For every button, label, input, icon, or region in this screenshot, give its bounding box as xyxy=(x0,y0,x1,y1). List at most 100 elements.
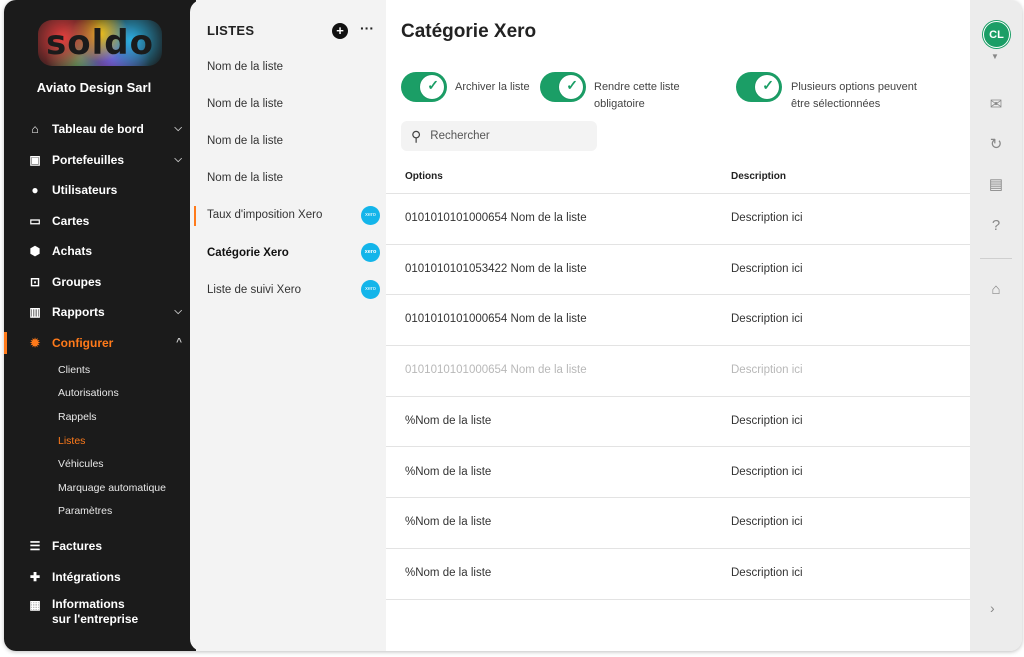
add-list-button[interactable]: + xyxy=(332,23,348,39)
option-cell: 0101010101053422 Nom de la liste xyxy=(405,262,587,275)
table-row[interactable]: 0101010101053422 Nom de la liste Descript… xyxy=(386,245,970,296)
description-cell: Description ici xyxy=(731,212,803,224)
chevron-right-icon[interactable]: › xyxy=(990,600,995,616)
user-icon: ● xyxy=(31,183,39,198)
nav-cartes[interactable]: ▭ Cartes xyxy=(4,206,196,237)
list-item[interactable]: Nom de la liste xyxy=(190,85,390,122)
nav-groupes[interactable]: ⊡ Groupes xyxy=(4,267,196,298)
option-cell: %Nom de la liste xyxy=(405,516,492,529)
building-icon: ▦ xyxy=(29,597,41,612)
list-item-categorie-xero[interactable]: Catégorie Xero xero xyxy=(190,234,390,271)
list-item-taux-imposition-xero[interactable]: Taux d'imposition Xero xero xyxy=(190,197,390,234)
subnav-marquage-automatique[interactable]: Marquage automatique xyxy=(4,476,196,500)
xero-badge-icon: xero xyxy=(361,242,380,262)
nav-label-line1: Informations xyxy=(52,597,125,612)
caret-down-icon[interactable]: ▼ xyxy=(991,52,999,61)
subnav-rappels[interactable]: Rappels xyxy=(4,405,196,429)
search-input[interactable]: ⚲ Rechercher xyxy=(401,121,597,151)
nav-label: Utilisateurs xyxy=(52,183,118,198)
soldo-logo[interactable]: soldo xyxy=(38,20,162,66)
sidebar: soldo Aviato Design Sarl ⌂ Tableau de bor… xyxy=(4,0,196,651)
wallet-icon: ▣ xyxy=(29,152,41,167)
nav-rapports[interactable]: ▥ Rapports ⌵ xyxy=(4,297,196,328)
list-items: Nom de la liste Nom de la liste Nom de l… xyxy=(190,48,390,308)
nav-integrations[interactable]: ✚ Intégrations xyxy=(4,562,196,593)
subnav-vehicules[interactable]: Véhicules xyxy=(4,452,196,476)
main-nav: ⌂ Tableau de bord ⌵ ▣ Portefeuilles ⌵ ● Utili… xyxy=(4,114,196,632)
archive-toggle[interactable]: ✓ xyxy=(401,72,447,102)
column-header-description: Description xyxy=(731,171,787,182)
subnav-autorisations[interactable]: Autorisations xyxy=(4,382,196,406)
description-cell: Description ici xyxy=(731,566,803,579)
puzzle-icon: ✚ xyxy=(29,569,41,584)
nav-portefeuilles[interactable]: ▣ Portefeuilles ⌵ xyxy=(4,145,196,176)
description-cell: Description ici xyxy=(731,313,803,326)
main-content: Catégorie Xero ✓ Archiver la liste ✓ Ren… xyxy=(386,0,970,651)
list-item[interactable]: Nom de la liste xyxy=(190,122,390,159)
nav-label: Achats xyxy=(52,244,93,259)
subnav-parametres[interactable]: Paramètres xyxy=(4,500,196,524)
hexagon-icon: ⬢ xyxy=(29,244,41,259)
subnav-listes[interactable]: Listes xyxy=(4,429,196,453)
list-item[interactable]: Nom de la liste xyxy=(190,160,390,197)
refresh-icon[interactable]: ↻ xyxy=(986,135,1006,155)
table-row[interactable]: %Nom de la liste Description ici xyxy=(386,448,970,499)
option-cell: 0101010101000654 Nom de la liste xyxy=(405,364,587,377)
column-header-options: Options xyxy=(405,171,443,182)
mail-icon[interactable]: ✉ xyxy=(986,95,1006,115)
nav-configurer[interactable]: ✹ Configurer ^ xyxy=(4,328,196,359)
right-rail: CL ▼ ✉ ↻ ▤ ? ⌂ › xyxy=(970,0,1022,651)
option-cell: 0101010101000654 Nom de la liste xyxy=(405,313,587,326)
table-row-archived[interactable]: 0101010101000654 Nom de la liste Descript… xyxy=(386,346,970,397)
search-placeholder: Rechercher xyxy=(430,130,490,142)
description-cell: Description ici xyxy=(731,364,803,377)
table-row[interactable]: %Nom de la liste Description ici xyxy=(386,549,970,600)
list-item-liste-suivi-xero[interactable]: Liste de suivi Xero xero xyxy=(190,271,390,308)
nav-label: Rapports xyxy=(52,305,105,320)
chevron-down-icon: ⌵ xyxy=(174,306,182,317)
chat-icon[interactable]: ▤ xyxy=(986,175,1006,195)
table-row[interactable]: %Nom de la liste Description ici xyxy=(386,498,970,549)
chevron-down-icon: ⌵ xyxy=(174,153,182,165)
option-cell: 0101010101000654 Nom de la liste xyxy=(405,212,587,224)
rail-divider xyxy=(980,258,1012,259)
lists-heading: LISTES xyxy=(207,23,255,38)
list-item-label: Nom de la liste xyxy=(207,172,284,185)
multiple-options-toggle[interactable]: ✓ xyxy=(736,72,782,102)
subnav-clients[interactable]: Clients xyxy=(4,358,196,382)
table-row[interactable]: 0101010101000654 Nom de la liste Descript… xyxy=(386,295,970,347)
nav-utilisateurs[interactable]: ● Utilisateurs xyxy=(4,175,196,206)
home-icon: ⌂ xyxy=(31,122,39,137)
description-cell: Description ici xyxy=(731,262,803,275)
table-row[interactable]: 0101010101000654 Nom de la liste Descript… xyxy=(386,194,970,245)
label-line2: obligatoire xyxy=(594,98,645,110)
lists-panel: LISTES + ··· Nom de la liste Nom de la l… xyxy=(190,0,390,651)
bank-icon[interactable]: ⌂ xyxy=(986,280,1006,300)
description-cell: Description ici xyxy=(731,465,803,478)
list-item-label: Catégorie Xero xyxy=(207,246,289,259)
nav-label: Factures xyxy=(52,539,103,554)
mandatory-toggle[interactable]: ✓ xyxy=(540,72,586,102)
chart-icon: ▥ xyxy=(29,305,41,320)
nav-achats[interactable]: ⬢ Achats xyxy=(4,236,196,267)
page-title: Catégorie Xero xyxy=(401,21,537,42)
list-item[interactable]: Nom de la liste xyxy=(190,48,390,85)
nav-factures[interactable]: ☰ Factures xyxy=(4,531,196,562)
help-icon[interactable]: ? xyxy=(986,216,1006,236)
mandatory-toggle-label: Rendre cette liste obligatoire xyxy=(594,79,680,113)
table-row[interactable]: %Nom de la liste Description ici xyxy=(386,397,970,448)
more-options-button[interactable]: ··· xyxy=(360,20,374,36)
check-icon: ✓ xyxy=(762,77,774,93)
nav-tableau-de-bord[interactable]: ⌂ Tableau de bord ⌵ xyxy=(4,114,196,145)
nav-informations-entreprise[interactable]: ▦ Informations sur l'entreprise xyxy=(4,592,196,632)
list-item-label: Nom de la liste xyxy=(207,60,284,73)
nav-label: Tableau de bord xyxy=(52,122,144,137)
label-line1: Plusieurs options peuvent xyxy=(791,81,917,93)
nav-label: Intégrations xyxy=(52,569,121,584)
avatar[interactable]: CL xyxy=(983,21,1010,48)
logo-text: soldo xyxy=(46,23,154,63)
option-cell: %Nom de la liste xyxy=(405,465,492,478)
xero-badge-icon: xero xyxy=(361,280,380,300)
xero-badge-icon: xero xyxy=(361,205,380,225)
